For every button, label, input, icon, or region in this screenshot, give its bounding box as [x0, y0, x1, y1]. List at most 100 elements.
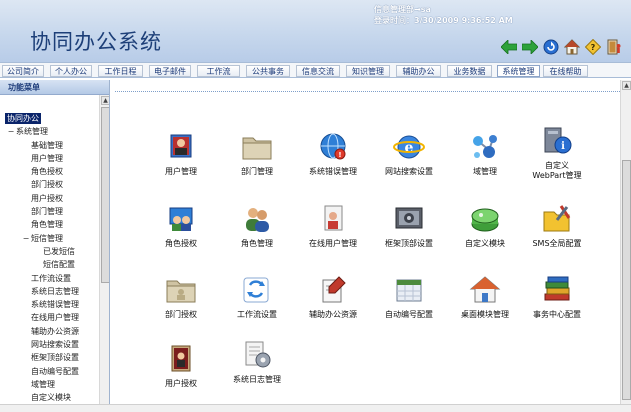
tree-item[interactable]: 角色授权	[0, 165, 99, 178]
tree-item-system-manage[interactable]: − 系统管理	[0, 125, 99, 138]
module-label: 用户管理	[165, 167, 197, 176]
tree-item[interactable]: 系统错误管理	[0, 298, 99, 311]
module-system-error[interactable]: ! 系统错误管理	[293, 132, 373, 177]
tree-item[interactable]: 系统日志管理	[0, 285, 99, 298]
module-sms-config[interactable]: SMS全局配置	[517, 204, 597, 249]
tree-item[interactable]: 框架顶部设置	[0, 351, 99, 364]
custom-module-icon	[471, 208, 499, 232]
module-workflow-settings[interactable]: 工作流设置	[217, 275, 297, 320]
tree-item-label: 工作流设置	[31, 273, 71, 283]
tree-item[interactable]: 辅助办公资源	[0, 325, 99, 338]
tree-item-label: 角色授权	[31, 167, 63, 177]
module-user-manage[interactable]: 用户管理	[141, 132, 221, 177]
home-icon[interactable]	[563, 38, 580, 55]
tree-item[interactable]: 基础管理	[0, 139, 99, 152]
tree-item-label: 框架顶部设置	[31, 353, 79, 363]
module-online-users[interactable]: 在线用户管理	[293, 204, 373, 249]
tree-item-sms-manage[interactable]: − 短信管理	[0, 232, 99, 245]
module-task-center[interactable]: 事务中心配置	[517, 275, 597, 320]
tab-work-schedule[interactable]: 工作日程	[98, 65, 143, 77]
tree-item[interactable]: 部门管理	[0, 205, 99, 218]
tree-item-label: 在线用户管理	[31, 313, 79, 323]
back-arrow-icon[interactable]	[500, 38, 517, 55]
module-desktop-modules[interactable]: 桌面模块管理	[445, 275, 525, 320]
books-icon	[544, 276, 570, 301]
tab-label: 电子邮件	[154, 66, 186, 76]
ie-globe-icon: e	[393, 135, 425, 159]
sidebar-scroll-thumb[interactable]	[101, 107, 109, 283]
main-scroll-thumb[interactable]	[622, 160, 631, 400]
module-label: 部门管理	[241, 167, 273, 176]
module-label: 辅助办公资源	[309, 310, 357, 319]
tree-item-label: 网站搜索设置	[31, 340, 79, 350]
tab-public-affairs[interactable]: 公共事务	[246, 65, 290, 77]
module-label: 角色管理	[241, 239, 273, 248]
tab-business-data[interactable]: 业务数据	[447, 65, 492, 77]
module-user-auth[interactable]: 用户授权	[141, 344, 221, 389]
tree-item-label: 自定义模块	[31, 393, 71, 403]
user-manage-icon	[170, 134, 192, 158]
tree-item[interactable]: 已发短信	[0, 245, 99, 258]
tree-item-root[interactable]: 协同办公	[0, 112, 99, 125]
tab-company-intro[interactable]: 公司简介	[2, 65, 44, 77]
tree-item[interactable]: 自动编号配置	[0, 365, 99, 378]
tab-email[interactable]: 电子邮件	[149, 65, 191, 77]
tab-info-exchange[interactable]: 信息交流	[296, 65, 340, 77]
scroll-up-icon[interactable]: ▲	[101, 96, 109, 105]
module-domain-manage[interactable]: 域管理	[445, 132, 525, 177]
scroll-up-icon[interactable]: ▲	[622, 81, 631, 90]
app-window: 协同办公系统 信息管理部→sa 登录时间：3/30/2009 9:36:52 A…	[0, 0, 631, 412]
tree-item-label: 角色管理	[31, 220, 63, 230]
module-webpart-manage[interactable]: i 自定义 WebPart管理	[517, 126, 597, 181]
sidebar-scrollbar[interactable]: ▲	[99, 95, 109, 412]
module-label: 系统错误管理	[309, 167, 357, 176]
module-dept-auth[interactable]: 部门授权	[141, 275, 221, 320]
module-auto-number[interactable]: 自动编号配置	[369, 275, 449, 320]
tree-item[interactable]: 角色管理	[0, 218, 99, 231]
refresh-icon[interactable]	[542, 38, 559, 55]
help-icon[interactable]: ?	[584, 38, 601, 55]
module-label: 用户授权	[165, 379, 197, 388]
globe-error-icon: !	[320, 133, 346, 160]
tree-item[interactable]: 用户授权	[0, 192, 99, 205]
tree-item[interactable]: 短信配置	[0, 258, 99, 271]
tab-workflow[interactable]: 工作流	[197, 65, 240, 77]
main-scrollbar[interactable]: ▲	[620, 80, 631, 412]
tree-item-label: 系统日志管理	[31, 286, 79, 296]
module-system-log[interactable]: 系统日志管理	[217, 340, 297, 385]
collapse-toggle-icon[interactable]: −	[6, 125, 16, 138]
tab-personal-office[interactable]: 个人办公	[50, 65, 92, 77]
tab-knowledge-manage[interactable]: 知识管理	[346, 65, 390, 77]
tree-item[interactable]: 域管理	[0, 378, 99, 391]
module-dept-manage[interactable]: 部门管理	[217, 132, 297, 177]
tree-item[interactable]: 用户管理	[0, 152, 99, 165]
tree-item-label: 已发短信	[43, 246, 75, 256]
module-custom-module[interactable]: 自定义模块	[445, 204, 525, 249]
tab-label: 个人办公	[55, 66, 87, 76]
exit-icon[interactable]	[605, 38, 622, 55]
tree-item[interactable]: 自定义模块	[0, 391, 99, 404]
module-label: 网站搜索设置	[385, 167, 433, 176]
tab-aux-office[interactable]: 辅助办公	[396, 65, 441, 77]
user-auth-icon	[171, 345, 191, 372]
module-office-resources[interactable]: 辅助办公资源	[293, 275, 373, 320]
module-role-manage[interactable]: 角色管理	[217, 204, 297, 249]
tree-item[interactable]: 在线用户管理	[0, 311, 99, 324]
tree-item[interactable]: 工作流设置	[0, 272, 99, 285]
sidebar-tree: 协同办公 − 系统管理 基础管理 用户管理 角色授权 部门授权 用户授权 部门管理…	[0, 95, 99, 412]
collapse-toggle-icon[interactable]: −	[21, 232, 31, 245]
horizontal-scrollbar[interactable]	[0, 404, 631, 412]
online-user-icon	[324, 205, 343, 231]
tree-item[interactable]: 部门授权	[0, 178, 99, 191]
log-gear-icon	[245, 341, 271, 368]
tree-item-label: 辅助办公资源	[31, 326, 79, 336]
module-frame-top[interactable]: 框架顶部设置	[369, 204, 449, 249]
module-site-search[interactable]: e 网站搜索设置	[369, 132, 449, 177]
module-role-auth[interactable]: 角色授权	[141, 204, 221, 249]
tree-item[interactable]: 网站搜索设置	[0, 338, 99, 351]
tab-system-manage[interactable]: 系统管理	[497, 65, 540, 77]
forward-arrow-icon[interactable]	[521, 38, 538, 55]
module-label: 事务中心配置	[533, 310, 581, 319]
tab-online-help[interactable]: 在线帮助	[543, 65, 588, 77]
login-time: 登录时间：3/30/2009 9:36:52 AM	[374, 16, 513, 25]
